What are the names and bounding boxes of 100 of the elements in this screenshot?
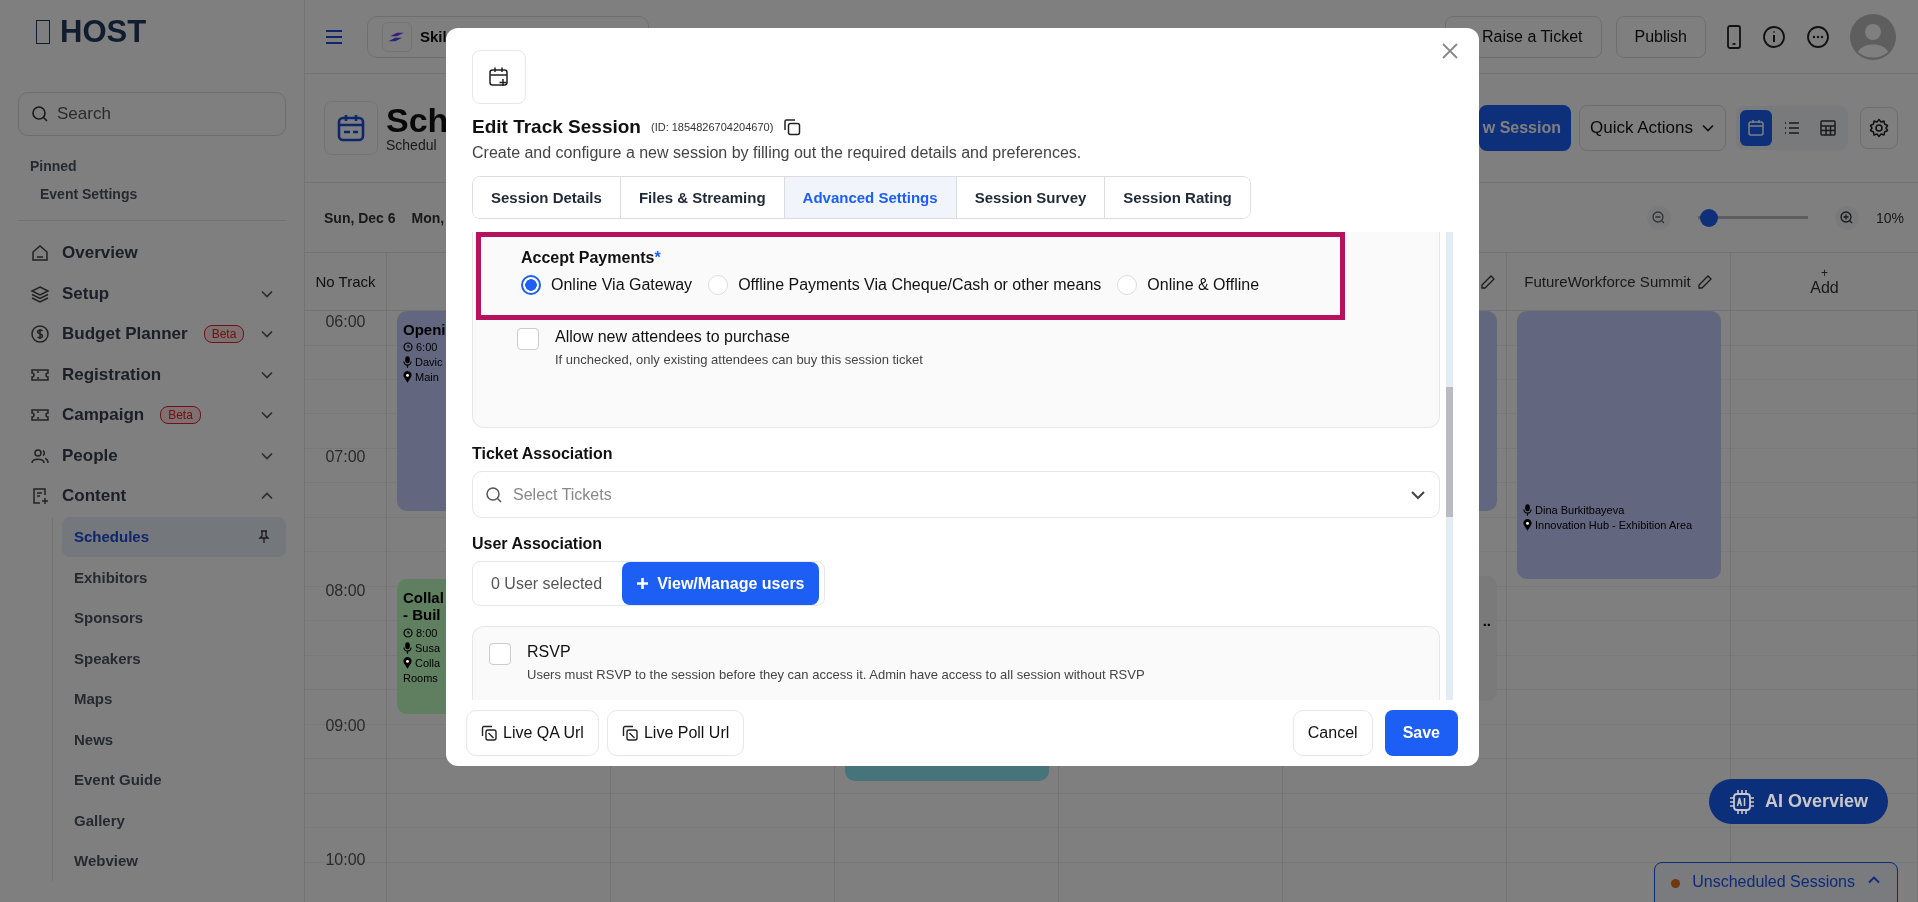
close-icon: [1441, 42, 1459, 60]
quick-actions-button[interactable]: Quick Actions: [1579, 105, 1726, 151]
nav-subitem[interactable]: Maps: [62, 678, 286, 719]
save-button[interactable]: Save: [1384, 710, 1458, 756]
field-label: Ticket Association: [472, 445, 613, 463]
list-icon: [1783, 119, 1801, 137]
menu-icon[interactable]: [325, 28, 343, 45]
event-card[interactable]: Dina Burkitbayeva Innovation Hub - Exhibition Area: [1517, 311, 1721, 579]
dialog-description: Create and configure a new session by filling out the required details and preferences.: [472, 144, 1082, 162]
view-calendar-button[interactable]: [1740, 110, 1772, 146]
nav-subitem[interactable]: Schedules: [62, 516, 286, 557]
pin-icon[interactable]: [258, 529, 270, 544]
event-location: Rooms: [403, 671, 438, 684]
microphone-icon: [403, 641, 412, 654]
copy-url-button[interactable]: Live Poll Url: [606, 710, 745, 756]
nav-subitem[interactable]: Gallery: [62, 800, 286, 841]
publish-button[interactable]: Publish: [1615, 15, 1706, 58]
layers-icon: [30, 283, 50, 304]
radio-button[interactable]: [521, 275, 541, 295]
logo-text: HOST: [60, 14, 147, 50]
nav-item[interactable]: Content: [18, 476, 286, 517]
radio-label: Online & Offline: [1147, 276, 1260, 294]
checkbox-label: RSVP: [527, 643, 572, 661]
time-label: 08:00: [325, 582, 366, 599]
nav-subitem[interactable]: Speakers: [62, 638, 286, 679]
radio-label: Online Via Gateway: [551, 276, 693, 294]
ai-overview-button[interactable]: AI Overview: [1708, 779, 1888, 824]
scrollbar[interactable]: [1446, 232, 1453, 700]
ticket-select-field[interactable]: Select Tickets: [472, 471, 1440, 518]
panel-title: Unscheduled Sessions: [1692, 873, 1855, 891]
day-tab[interactable]: Mon,: [411, 209, 445, 226]
tab[interactable]: Advanced Settings: [784, 177, 957, 218]
column-header: No Track: [305, 253, 387, 310]
field-label: User Association: [472, 535, 603, 553]
copy-icon: [621, 725, 638, 741]
unscheduled-sessions-panel[interactable]: Unscheduled Sessions: [1654, 862, 1898, 902]
pencil-icon[interactable]: [1480, 273, 1496, 290]
ai-chip-icon: [1728, 788, 1755, 815]
nav-subitem[interactable]: Exhibitors: [62, 557, 286, 598]
day-tab[interactable]: Sun, Dec 6: [324, 209, 396, 226]
calendar-icon: [324, 101, 378, 155]
new-session-button[interactable]: w Session: [1479, 105, 1571, 151]
event-title: Openi: [403, 321, 446, 339]
beta-badge: Beta: [203, 325, 245, 344]
calendar-plus-icon: [472, 50, 526, 104]
search-field[interactable]: Search: [18, 92, 286, 136]
copy-icon[interactable]: [783, 118, 802, 136]
nav-subitem[interactable]: Sponsors: [62, 597, 286, 638]
dollar-circle-icon: [30, 324, 50, 345]
document-plus-icon: [30, 486, 50, 507]
checkbox[interactable]: [517, 328, 539, 350]
plus-icon: [636, 577, 650, 590]
tab[interactable]: Session Details: [473, 177, 621, 218]
dialog-title: Edit Track Session: [472, 116, 641, 138]
nav-subitem[interactable]: News: [62, 719, 286, 760]
settings-button[interactable]: [1860, 107, 1898, 149]
checkbox[interactable]: [489, 643, 511, 665]
location-pin-icon: [403, 656, 412, 669]
track-name: FutureWorkforce Summit: [1524, 273, 1691, 290]
nav-item[interactable]: People: [18, 435, 286, 476]
copy-icon: [481, 725, 497, 741]
clock-icon: [403, 342, 413, 353]
table-icon: [1819, 119, 1837, 137]
chat-icon[interactable]: [1806, 24, 1830, 49]
page-title: Sch: [386, 103, 449, 137]
session-id: (ID: 1854826704204670): [650, 121, 774, 133]
nav-subitem[interactable]: Event Guide: [62, 759, 286, 800]
nav-item[interactable]: Campaign Beta: [18, 395, 286, 436]
nav-item[interactable]: Registration: [18, 354, 286, 395]
pencil-icon[interactable]: [1696, 273, 1713, 290]
location-pin-icon: [403, 371, 412, 384]
location-pin-icon: [1523, 519, 1532, 531]
event-speaker: Dina Burkitbayeva: [1535, 504, 1625, 516]
checkbox-label: Allow new attendees to purchase: [555, 328, 791, 346]
hint-text: Users must RSVP to the session before they can access it. Admin have access to all session without RSVP: [527, 667, 1145, 682]
zoom-out-icon[interactable]: [1645, 204, 1672, 231]
event-time: 8:00: [416, 626, 438, 639]
cancel-button[interactable]: Cancel: [1292, 710, 1373, 756]
time-label: 09:00: [325, 716, 366, 734]
nav-subitem[interactable]: Webview: [62, 840, 286, 881]
zoom-in-icon[interactable]: [1833, 204, 1860, 231]
nav-item[interactable]: Setup: [18, 273, 286, 314]
add-track-button[interactable]: + Add: [1810, 266, 1839, 297]
pinned-link[interactable]: Event Settings: [40, 186, 138, 202]
nav-item[interactable]: Budget Planner Beta: [18, 314, 286, 355]
manage-users-button[interactable]: View/Manage users: [622, 562, 819, 605]
event-title: Collal - Buil: [403, 589, 444, 624]
slider-thumb[interactable]: [1699, 208, 1718, 227]
logo-icon: [36, 20, 50, 44]
microphone-icon: [403, 356, 412, 369]
info-icon[interactable]: [1762, 24, 1786, 49]
event-location: Colla: [415, 656, 441, 669]
user-count: 0 User selected: [491, 574, 603, 593]
phone-icon[interactable]: [1726, 24, 1742, 49]
house-icon: [30, 243, 50, 264]
settings-icon: [1869, 118, 1889, 138]
nav-item[interactable]: Overview: [18, 233, 286, 274]
copy-url-button[interactable]: Live QA Url: [466, 710, 599, 756]
event-time: 6:00: [416, 341, 438, 354]
event-location: Innovation Hub - Exhibition Area: [1535, 519, 1693, 531]
